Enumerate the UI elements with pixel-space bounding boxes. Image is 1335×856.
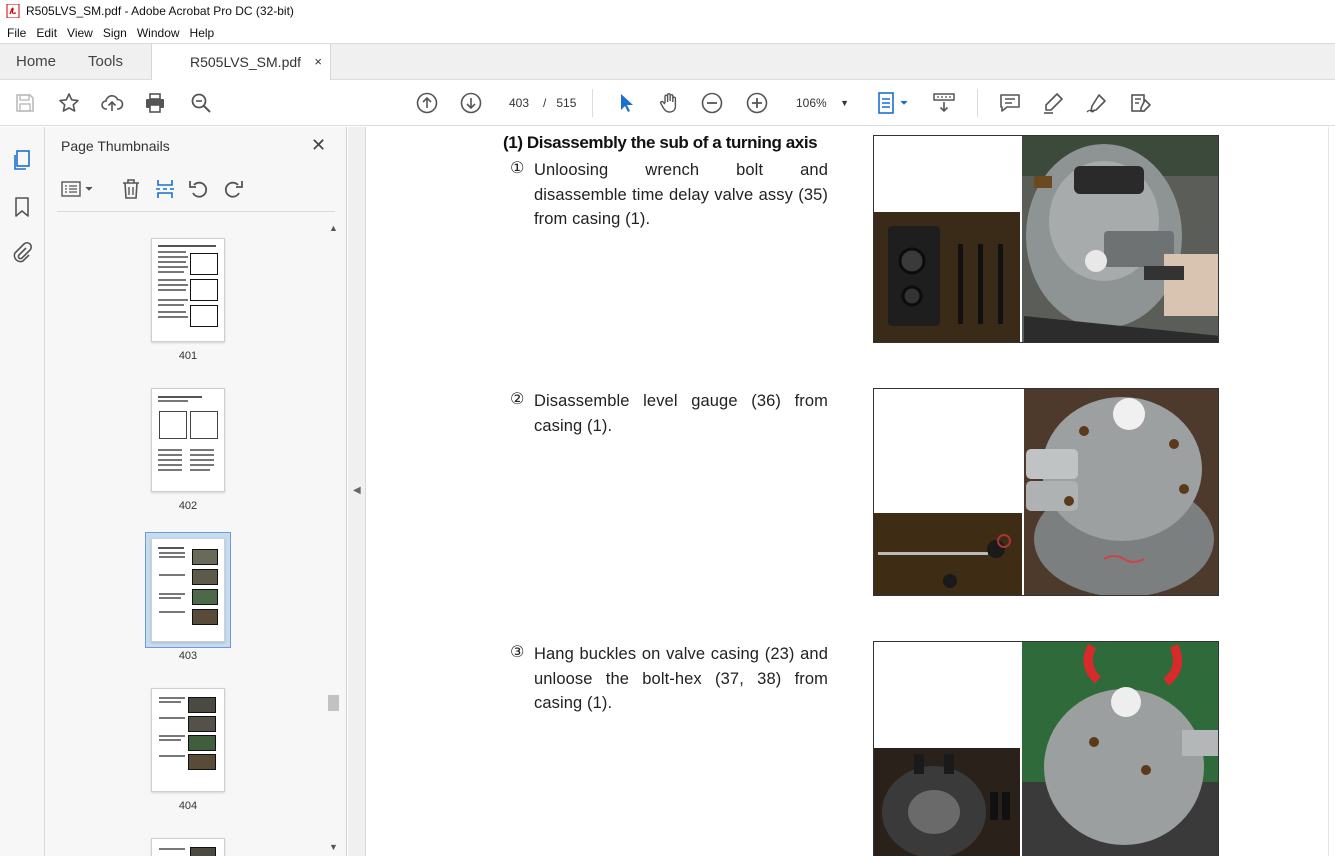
total-pages: 515 <box>556 96 577 110</box>
zoom-select[interactable]: 106% ▼ <box>787 91 853 115</box>
thumbnail-label: 401 <box>178 350 198 362</box>
sign-icon[interactable] <box>1085 91 1109 115</box>
trash-icon[interactable] <box>119 177 143 201</box>
page-count: / 515 <box>543 91 576 115</box>
select-arrow-icon[interactable] <box>614 91 638 115</box>
pdf-page: (1) Disassembly the sub of a turning axi… <box>367 127 1328 856</box>
comment-icon[interactable] <box>998 91 1022 115</box>
step-marker: ② <box>510 389 525 408</box>
bookmark-icon[interactable] <box>11 196 33 218</box>
thumbnail-page-401[interactable] <box>151 238 225 342</box>
document-view[interactable]: (1) Disassembly the sub of a turning axi… <box>367 127 1335 856</box>
window-title: R505LVS_SM.pdf - Adobe Acrobat Pro DC (3… <box>26 4 294 18</box>
tab-home[interactable]: Home <box>16 44 56 80</box>
tab-tools[interactable]: Tools <box>88 44 123 80</box>
print-icon[interactable] <box>143 91 167 115</box>
step-marker: ③ <box>510 642 525 661</box>
page-down-icon[interactable] <box>459 91 483 115</box>
page-separator: / <box>543 96 547 110</box>
panel-collapse-handle[interactable]: ◀ <box>348 127 366 856</box>
zoom-in-icon[interactable] <box>745 91 769 115</box>
scroll-mode-icon[interactable] <box>932 91 956 115</box>
step-2-photo <box>873 388 1219 596</box>
scroll-up-arrow-icon[interactable]: ▲ <box>326 221 341 235</box>
thumbnail-label: 402 <box>178 500 198 512</box>
valve-disassembly-photo <box>874 136 1218 342</box>
scroll-down-arrow-icon[interactable]: ▼ <box>326 840 341 854</box>
highlight-icon[interactable] <box>1041 91 1065 115</box>
step-text: Disassemble level gauge (36) from casing… <box>534 392 828 435</box>
page-up-icon[interactable] <box>415 91 439 115</box>
share-tool-icon[interactable] <box>1129 91 1153 115</box>
thumbnail-label: 404 <box>178 800 198 812</box>
step-3-photo <box>873 641 1219 856</box>
step-text: Unloosing wrench bolt and disassemble ti… <box>534 161 828 228</box>
tab-bar: Home Tools R505LVS_SM.pdf × <box>0 43 1335 81</box>
step-1-photo <box>873 135 1219 343</box>
menu-file[interactable]: File <box>2 26 31 40</box>
rotate-right-icon[interactable] <box>221 177 245 201</box>
close-panel-button[interactable]: ✕ <box>311 135 326 156</box>
page-number-input[interactable]: 403 <box>501 91 537 115</box>
tab-document[interactable]: R505LVS_SM.pdf × <box>151 44 331 81</box>
document-scrollbar[interactable] <box>1328 127 1335 856</box>
thumbnail-page-404[interactable] <box>151 688 225 792</box>
thumbnail-page-403[interactable] <box>151 538 225 642</box>
panel-title: Page Thumbnails <box>61 138 170 154</box>
menu-edit[interactable]: Edit <box>31 26 62 40</box>
zoom-search-icon[interactable] <box>189 91 213 115</box>
scrollbar-thumb[interactable] <box>328 695 339 711</box>
thumbnail-options-icon[interactable] <box>59 177 95 201</box>
main-toolbar: 403 / 515 106% ▼ <box>0 80 1335 126</box>
thumbnail-page-405[interactable] <box>151 838 225 856</box>
star-icon[interactable] <box>57 91 81 115</box>
step-marker: ① <box>510 158 525 177</box>
acrobat-logo-icon <box>6 4 20 18</box>
menu-view[interactable]: View <box>62 26 98 40</box>
panel-divider <box>57 211 335 212</box>
left-navigation-rail <box>0 127 45 856</box>
upload-icon[interactable] <box>100 91 124 115</box>
toolbar-divider <box>592 89 593 117</box>
thumbnail-page-402[interactable] <box>151 388 225 492</box>
menu-bar: File Edit View Sign Window Help <box>0 22 1335 43</box>
collapse-left-icon: ◀ <box>353 485 361 496</box>
attachment-icon[interactable] <box>11 241 33 263</box>
thumbnail-label: 403 <box>178 650 198 662</box>
hand-icon[interactable] <box>657 91 681 115</box>
page-thumbnails-icon[interactable] <box>11 149 33 171</box>
fit-page-icon[interactable] <box>876 91 912 115</box>
thumbnails-scrollbar[interactable]: ▲ ▼ <box>326 217 341 856</box>
rotate-left-icon[interactable] <box>187 177 211 201</box>
section-heading: (1) Disassembly the sub of a turning axi… <box>503 133 818 152</box>
title-bar: R505LVS_SM.pdf - Adobe Acrobat Pro DC (3… <box>0 0 1335 22</box>
thumbnails-panel: Page Thumbnails ✕ 401 402 403 404 <box>45 127 347 856</box>
zoom-out-icon[interactable] <box>700 91 724 115</box>
menu-help[interactable]: Help <box>185 26 220 40</box>
valve-casing-lifting-photo <box>874 642 1218 856</box>
level-gauge-photo <box>874 389 1218 595</box>
document-tab-label: R505LVS_SM.pdf <box>190 54 302 70</box>
menu-sign[interactable]: Sign <box>98 26 132 40</box>
step-text: Hang buckles on valve casing (23) and un… <box>534 645 828 712</box>
extract-pages-icon[interactable] <box>153 177 177 201</box>
chevron-down-icon: ▼ <box>840 98 849 108</box>
toolbar-divider <box>977 89 978 117</box>
save-icon[interactable] <box>13 91 37 115</box>
close-tab-button[interactable]: × <box>314 44 322 80</box>
zoom-value: 106% <box>796 96 827 110</box>
menu-window[interactable]: Window <box>132 26 185 40</box>
